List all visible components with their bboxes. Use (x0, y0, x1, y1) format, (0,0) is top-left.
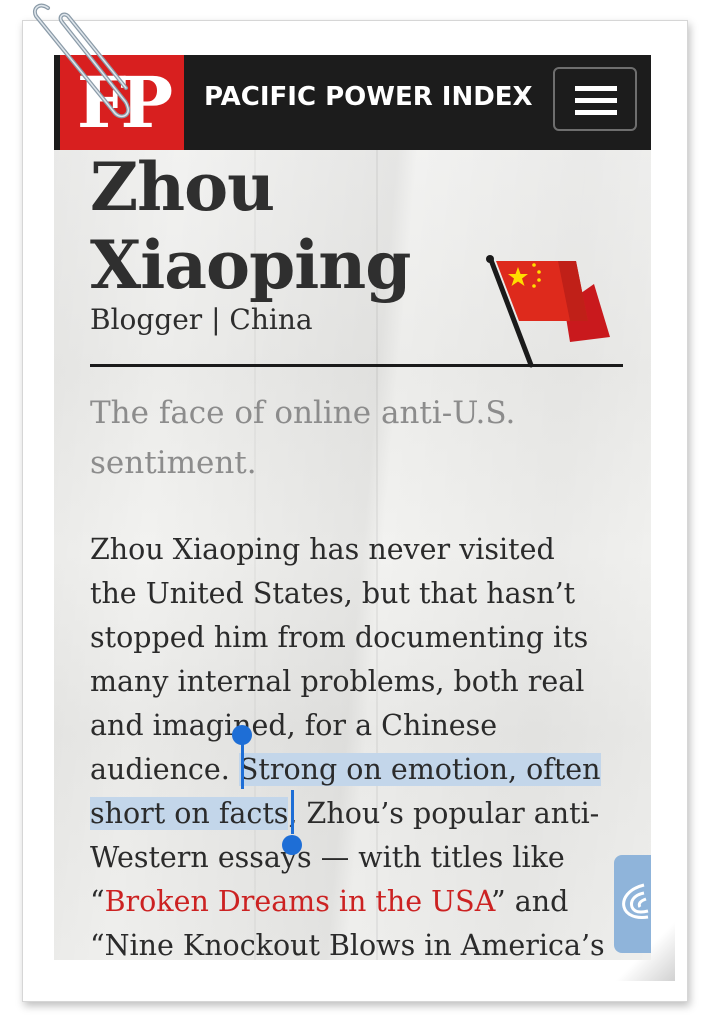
body-line: and imagined, for a Chinese (90, 709, 498, 742)
hamburger-menu-icon (575, 86, 617, 91)
profile-role: Blogger | China (90, 303, 313, 336)
article-body: Zhou Xiaoping has never visited the Unit… (90, 528, 630, 960)
article-link[interactable]: Broken Dreams in the USA (105, 885, 492, 918)
paperclip-icon (30, 0, 150, 125)
profile-name-last: Xiaoping (90, 226, 411, 304)
profile-name: Zhou Xiaoping (90, 148, 411, 304)
body-line: many internal problems, both real (90, 665, 585, 698)
section-divider (90, 364, 623, 367)
selected-text[interactable]: short on facts (90, 797, 289, 830)
article-dek: The face of online anti-U.S. sentiment. (90, 388, 600, 488)
body-line: Zhou Xiaoping has never visited (90, 533, 555, 566)
china-flag-icon (482, 255, 617, 370)
selection-start-caret (241, 739, 244, 789)
body-text-fragment: audience. (90, 753, 239, 786)
hamburger-menu-icon (575, 110, 617, 115)
dek-line: sentiment. (90, 445, 257, 481)
photo-stage: FP PACIFIC POWER INDEX Zhou Xiaoping Blo… (0, 0, 707, 1025)
body-text-fragment: ” and (491, 885, 569, 918)
profile-name-first: Zhou (90, 148, 275, 226)
dek-line: The face of online anti-U.S. (90, 395, 516, 431)
body-line: “Nine Knockout Blows in America’s (90, 929, 605, 960)
quote-mark: “ (90, 885, 105, 918)
body-line: audience. Strong on emotion, often (90, 748, 630, 792)
selection-end-handle[interactable] (282, 835, 302, 855)
body-line: Western essays — with titles like (90, 841, 565, 874)
phone-screenshot: FP PACIFIC POWER INDEX Zhou Xiaoping Blo… (54, 55, 651, 960)
selection-end-caret (291, 790, 294, 834)
body-line: stopped him from documenting its (90, 621, 589, 654)
hamburger-menu-icon (575, 98, 617, 103)
section-title: PACIFIC POWER INDEX (204, 82, 533, 112)
network-logo-icon[interactable] (614, 855, 651, 953)
body-text-fragment: , Zhou’s popular anti- (288, 797, 600, 830)
selected-text[interactable]: Strong on emotion, often (238, 753, 601, 786)
body-line: short on facts, Zhou’s popular anti- (90, 792, 630, 836)
body-line: the United States, but that hasn’t (90, 577, 576, 610)
menu-button[interactable] (553, 67, 637, 131)
body-line: “Broken Dreams in the USA” and (90, 880, 630, 924)
